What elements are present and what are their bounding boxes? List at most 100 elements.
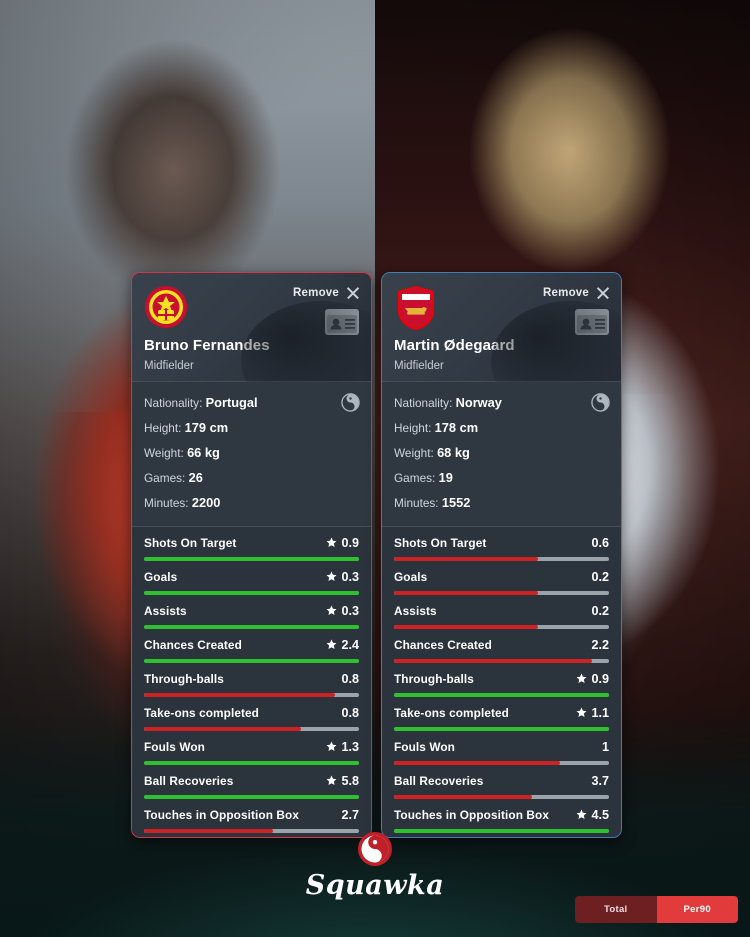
- toggle-total[interactable]: Total: [575, 896, 657, 923]
- stat-value-wrap: 2.7: [341, 808, 359, 822]
- label: Nationality:: [394, 396, 453, 410]
- star-icon: [577, 707, 587, 718]
- stat-value-wrap: 0.3: [326, 570, 359, 584]
- bio-minutes-left: Minutes: 2200: [144, 491, 359, 516]
- stat-value: 1.1: [591, 705, 609, 720]
- label: Games:: [394, 470, 436, 485]
- stat-value: 1: [601, 739, 609, 754]
- stat-value-wrap: 4.5: [576, 808, 609, 822]
- toggle-per90[interactable]: Per90: [656, 896, 738, 923]
- star-icon: [577, 809, 587, 820]
- stat-value-wrap: 0.2: [591, 604, 609, 618]
- stat-value: 2.2: [591, 637, 609, 652]
- stat-label: Chances Created: [144, 637, 242, 652]
- stat-label: Goals: [144, 569, 178, 584]
- stat-value: 0.8: [341, 705, 359, 720]
- player-card-left[interactable]: Remove Bruno Fernandes Midfielder Nation…: [131, 272, 372, 838]
- stat-value-wrap: 1.1: [576, 706, 609, 720]
- stat-row: Touches in Opposition Box 2.7: [132, 799, 371, 833]
- value: 26: [188, 469, 203, 485]
- player-position-right: Midfielder: [394, 360, 444, 372]
- bio-nationality-right: Nationality: Norway: [394, 391, 609, 416]
- stat-value: 3.7: [591, 773, 609, 788]
- id-card-icon-left[interactable]: [325, 309, 359, 335]
- card-header-left: Remove Bruno Fernandes Midfielder: [132, 273, 371, 421]
- label: Height:: [144, 420, 182, 435]
- stat-label: Ball Recoveries: [144, 773, 234, 788]
- id-card-icon-right[interactable]: [575, 309, 609, 335]
- star-icon: [327, 537, 337, 548]
- bio-games-left: Games: 26: [144, 466, 359, 491]
- stat-value: 0.8: [341, 671, 359, 686]
- stat-value: 0.9: [341, 535, 359, 550]
- value: 178 cm: [434, 419, 479, 435]
- arsenal-crest-icon: [394, 283, 438, 333]
- squawka-logo-icon: [358, 832, 392, 866]
- stat-value: 0.2: [591, 569, 609, 584]
- star-icon: [327, 775, 337, 786]
- label: Minutes:: [144, 495, 189, 510]
- stat-row: Goals 0.2: [382, 561, 621, 595]
- stat-value-wrap: 2.2: [591, 638, 609, 652]
- stat-value: 0.3: [341, 603, 359, 618]
- remove-label: Remove: [543, 286, 589, 299]
- close-icon[interactable]: [346, 286, 359, 299]
- stat-row: Fouls Won 1: [382, 731, 621, 765]
- stat-label: Shots On Target: [144, 535, 237, 550]
- stat-value: 1.3: [341, 739, 359, 754]
- card-header-right: Remove Martin Ødegaard Midfielder: [382, 273, 621, 421]
- close-icon[interactable]: [596, 286, 609, 299]
- comparison-screen: Remove Bruno Fernandes Midfielder Nation…: [0, 0, 750, 937]
- stat-row: Assists 0.2: [382, 595, 621, 629]
- star-icon: [327, 741, 337, 752]
- bio-height-left: Height: 179 cm: [144, 416, 359, 441]
- stat-label: Touches in Opposition Box: [144, 807, 299, 822]
- stat-value: 0.2: [591, 603, 609, 618]
- stat-label: Through-balls: [394, 671, 474, 686]
- player-position-left: Midfielder: [144, 360, 194, 372]
- stat-row: Fouls Won 1.3: [132, 731, 371, 765]
- player-bio-left: Nationality: Portugal Height: 179 cm Wei…: [132, 382, 371, 526]
- player-bio-right: Nationality: Norway Height: 178 cm Weigh…: [382, 382, 621, 526]
- bio-minutes-right: Minutes: 1552: [394, 491, 609, 516]
- stat-value-wrap: 0.2: [591, 570, 609, 584]
- bio-height-right: Height: 178 cm: [394, 416, 609, 441]
- stat-list-right: Shots On Target 0.6 Goals 0.2 Assists 0.2 Chan…: [382, 526, 621, 837]
- stat-row: Chances Created 2.4: [132, 629, 371, 663]
- label: Height:: [394, 420, 432, 435]
- stat-list-left: Shots On Target 0.9 Goals 0.3 Assists 0.3 Chan…: [132, 526, 371, 837]
- player-name-left: Bruno Fernandes: [144, 337, 270, 354]
- value: Norway: [455, 395, 502, 410]
- stat-value: 2.7: [341, 807, 359, 822]
- player-card-right[interactable]: Remove Martin Ødegaard Midfielder Nation…: [381, 272, 622, 838]
- star-icon: [577, 673, 587, 684]
- stat-label: Chances Created: [394, 637, 492, 652]
- stat-value: 2.4: [341, 637, 359, 652]
- value: 179 cm: [184, 419, 229, 435]
- stat-label: Fouls Won: [144, 739, 205, 754]
- label: Games:: [144, 470, 186, 485]
- stat-label: Shots On Target: [394, 535, 487, 550]
- remove-button-right[interactable]: Remove: [543, 283, 609, 299]
- stat-value-wrap: 1: [602, 740, 609, 754]
- stat-value-wrap: 0.8: [341, 672, 359, 686]
- stat-row: Chances Created 2.2: [382, 629, 621, 663]
- stat-value-wrap: 0.3: [326, 604, 359, 618]
- stat-value-wrap: 0.8: [341, 706, 359, 720]
- yin-yang-icon-left[interactable]: [341, 393, 360, 412]
- stat-label: Take-ons completed: [394, 705, 509, 720]
- stat-label: Touches in Opposition Box: [394, 807, 549, 822]
- stat-mode-toggle[interactable]: Total Per90: [575, 896, 738, 923]
- stat-row: Take-ons completed 1.1: [382, 697, 621, 731]
- value: 66 kg: [187, 444, 220, 460]
- yin-yang-icon-right[interactable]: [591, 393, 610, 412]
- value: Portugal: [205, 395, 258, 410]
- stat-value: 5.8: [341, 773, 359, 788]
- value: 2200: [191, 494, 221, 510]
- remove-label: Remove: [293, 286, 339, 299]
- stat-value-wrap: 3.7: [591, 774, 609, 788]
- stat-label: Ball Recoveries: [394, 773, 484, 788]
- remove-button-left[interactable]: Remove: [293, 283, 359, 299]
- stat-value-wrap: 0.9: [326, 536, 359, 550]
- stat-row: Assists 0.3: [132, 595, 371, 629]
